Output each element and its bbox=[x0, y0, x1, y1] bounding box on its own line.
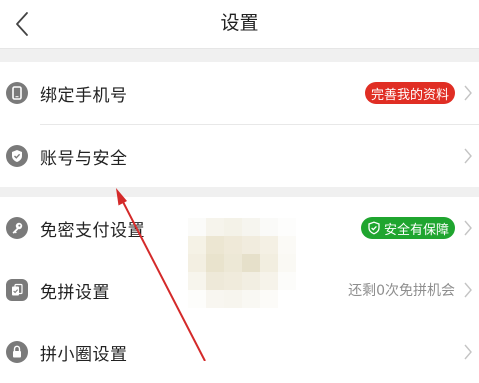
annotation-arrow bbox=[116, 188, 206, 361]
